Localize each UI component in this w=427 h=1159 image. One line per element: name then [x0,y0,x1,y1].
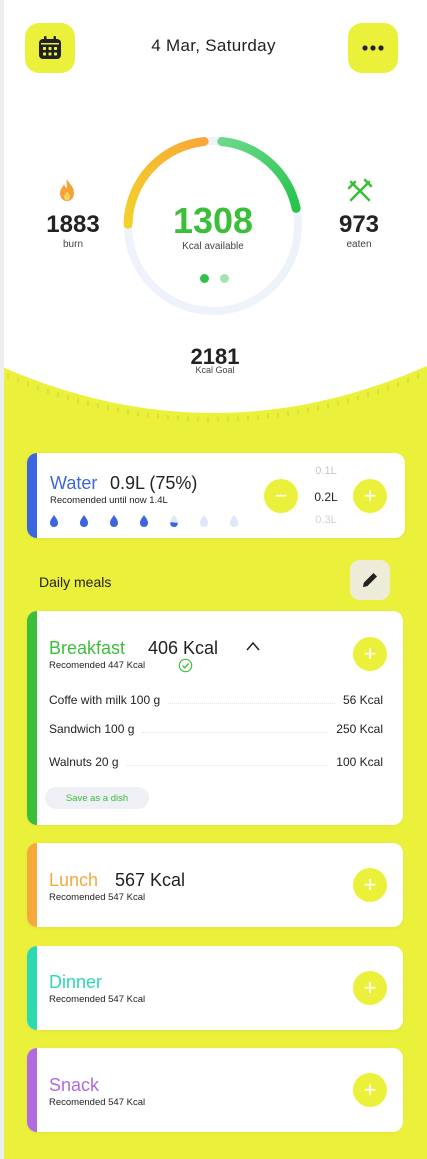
lunch-kcal: 567 Kcal [115,870,186,890]
water-plus-button[interactable]: + [353,479,387,513]
flame-icon [60,179,74,201]
water-color-bar [27,453,37,538]
meal-item-kcal: 56 Kcal [342,693,383,707]
burn-value: 1883 [46,211,100,238]
page-dot-active[interactable] [200,274,209,283]
check-circle-icon [178,658,193,673]
breakfast-recommended: Recomended 447 Kcal [49,660,146,671]
water-drop-full-icon[interactable] [49,514,79,528]
row-leader [168,696,335,704]
water-drop-half-icon[interactable] [169,514,199,528]
snack-recommended: Recomended 547 Kcal [49,1097,146,1108]
meal-item-row[interactable]: Walnuts 20 g 100 Kcal [49,754,383,770]
edit-meals-button[interactable] [350,560,390,600]
water-title: Water [50,473,98,493]
plus-icon: + [363,641,377,666]
pencil-icon [363,573,377,587]
kcal-available-value: 1308 [172,200,254,241]
page-dot[interactable] [220,274,229,283]
meal-item-name: Coffe with milk 100 g [49,693,161,707]
burn-label: burn [62,239,83,250]
meal-item-row[interactable]: Coffe with milk 100 g 56 Kcal [49,692,383,708]
add-dinner-button[interactable]: + [353,971,387,1005]
breakfast-kcal: 406 Kcal [148,638,219,658]
water-drops[interactable] [49,514,259,528]
app-screen: 4 Mar, Saturday 1883 burn 1308 Kcal avai… [0,0,427,1159]
left-edge [0,0,4,1159]
breakfast-card: Breakfast 406 Kcal Recomended 447 Kcal +… [27,611,403,825]
dinner-title[interactable]: Dinner [49,972,102,993]
add-snack-button[interactable]: + [353,1073,387,1107]
plus-icon: + [363,1077,377,1102]
water-drop-empty-icon[interactable] [229,514,259,528]
dinner-color-bar [27,946,37,1030]
water-drop-empty-icon[interactable] [199,514,229,528]
dinner-card: Dinner Recomended 547 Kcal + [27,946,403,1030]
lunch-recommended: Recomended 547 Kcal [49,892,146,903]
snack-color-bar [27,1048,37,1132]
add-breakfast-button[interactable]: + [353,637,387,671]
water-drop-full-icon[interactable] [79,514,109,528]
plus-icon: + [363,483,377,508]
breakfast-title[interactable]: Breakfast [49,638,125,659]
snack-title[interactable]: Snack [49,1075,99,1096]
fork-knife-icon [347,178,373,202]
picker-option-above[interactable]: 0.1L [311,461,341,481]
water-card: Water 0.9L (75%) Recomended until now 1.… [27,453,405,538]
breakfast-color-bar [27,611,37,825]
meal-item-name: Walnuts 20 g [49,755,119,769]
lunch-color-bar [27,843,37,927]
kcal-goal-label: Kcal Goal [195,365,235,375]
add-lunch-button[interactable]: + [353,868,387,902]
water-recommended: Recomended until now 1.4L [50,495,168,506]
snack-card: Snack Recomended 547 Kcal + [27,1048,403,1132]
meal-item-name: Sandwich 100 g [49,722,135,736]
water-drop-full-icon[interactable] [139,514,169,528]
save-as-dish-button[interactable]: Save as a dish [45,787,149,809]
row-leader [142,725,329,733]
chevron-up-icon[interactable] [246,641,260,651]
meal-item-row[interactable]: Sandwich 100 g 250 Kcal [49,721,383,737]
more-horizontal-icon [362,45,384,51]
picker-option-below[interactable]: 0.3L [311,513,341,523]
water-minus-button[interactable]: − [264,479,298,513]
lunch-title[interactable]: Lunch [49,870,98,891]
ring-eaten-arc [217,136,301,213]
meal-item-kcal: 250 Kcal [336,722,383,736]
water-amount-picker[interactable]: 0.1L 0.2L 0.3L [311,461,341,523]
minus-icon: − [274,483,288,508]
eaten-value: 973 [338,211,380,238]
more-button[interactable] [348,23,398,73]
plus-icon: + [363,872,377,897]
dinner-recommended: Recomended 547 Kcal [49,994,146,1005]
row-leader [126,758,329,766]
eaten-stat: 973 eaten [319,211,399,250]
plus-icon: + [363,975,377,1000]
kcal-available-label: Kcal available [182,241,244,252]
eaten-label: eaten [346,239,372,250]
meal-item-kcal: 100 Kcal [336,755,383,769]
daily-meals-title: Daily meals [39,574,112,590]
lunch-card: Lunch 567 Kcal Recomended 547 Kcal + [27,843,403,927]
burn-stat: 1883 burn [33,211,113,250]
water-amount: 0.9L (75%) [110,473,198,493]
water-drop-full-icon[interactable] [109,514,139,528]
picker-option-selected[interactable]: 0.2L [311,487,341,507]
